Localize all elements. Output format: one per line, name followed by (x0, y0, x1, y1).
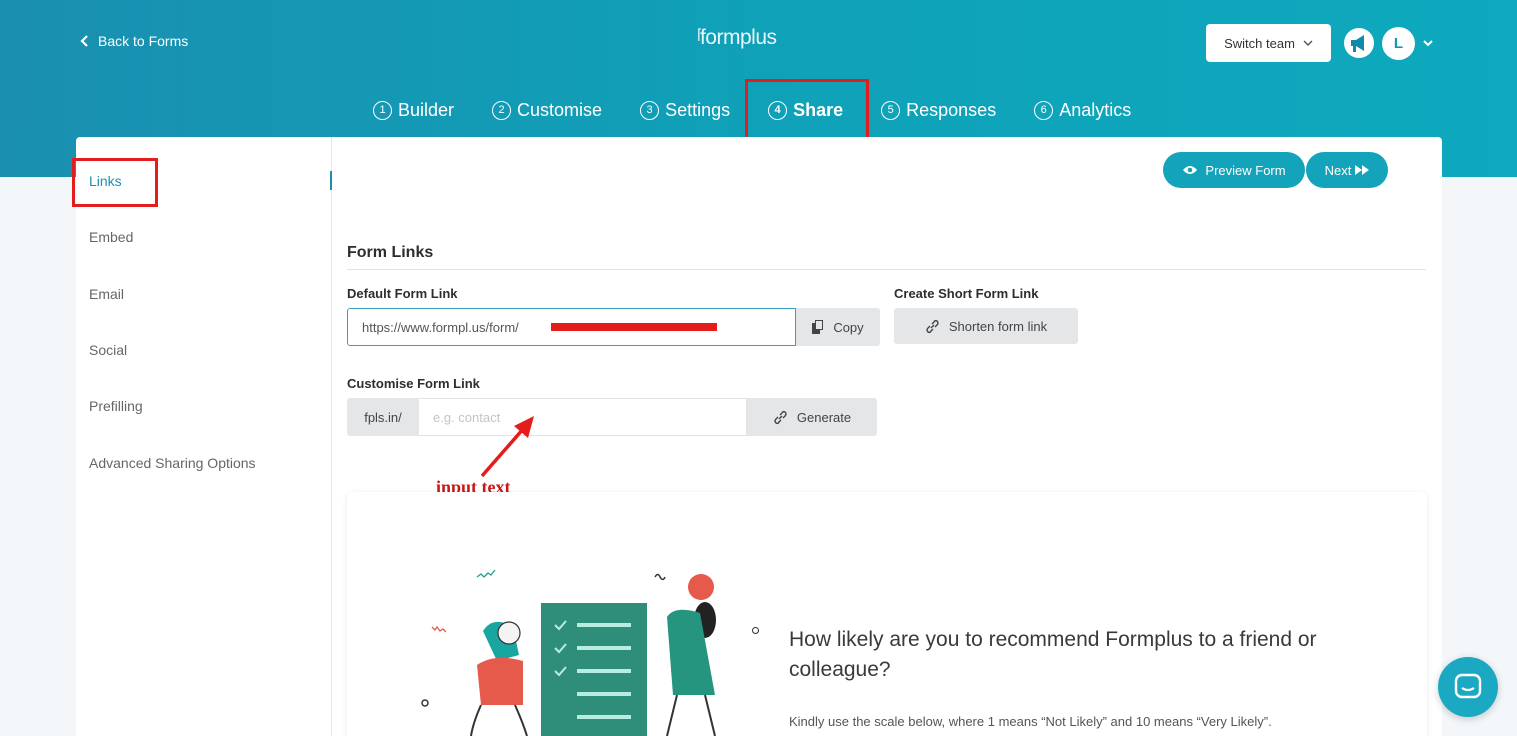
eye-icon (1182, 164, 1198, 176)
shorten-label: Shorten form link (948, 318, 1048, 334)
step-builder[interactable]: 1 Builder (373, 100, 454, 121)
next-button[interactable]: Next (1306, 152, 1388, 188)
step-label: Analytics (1059, 99, 1132, 120)
custom-link-input[interactable] (419, 398, 747, 436)
form-links-heading: Form Links (347, 244, 434, 261)
copy-icon (812, 320, 824, 334)
switch-team-button[interactable]: Switch team (1206, 24, 1331, 62)
step-responses[interactable]: 5 Responses (881, 100, 996, 121)
chat-icon (1454, 673, 1482, 701)
chevron-left-icon (80, 35, 90, 47)
sidebar-item-prefilling[interactable]: Prefilling (89, 398, 143, 414)
redaction-mark (551, 323, 717, 331)
step-number: 1 (373, 100, 392, 120)
annotation-arrow-icon (480, 416, 534, 478)
sidebar-item-advanced-sharing[interactable]: Advanced Sharing Options (89, 455, 256, 471)
step-number: 6 (1034, 100, 1054, 120)
formplus-logo[interactable]: ⌈formplus (697, 26, 777, 50)
back-to-forms-link[interactable]: Back to Forms (80, 33, 188, 49)
step-label: Responses (906, 99, 997, 120)
default-form-link-label: Default Form Link (347, 286, 458, 301)
user-avatar[interactable]: L (1382, 27, 1415, 60)
step-settings[interactable]: 3 Settings (640, 100, 730, 121)
link-icon (773, 410, 788, 425)
survey-illustration (421, 569, 716, 736)
share-sidebar: Links Embed Email Social Prefilling Adva… (76, 137, 332, 736)
announcements-megaphone-icon[interactable] (1343, 27, 1375, 59)
back-label: Back to Forms (98, 33, 189, 49)
customise-form-link-label: Customise Form Link (347, 376, 480, 391)
step-analytics[interactable]: 6 Analytics (1034, 100, 1131, 121)
links-highlight-box (72, 158, 158, 207)
sidebar-item-embed[interactable]: Embed (89, 229, 133, 245)
preview-form-button[interactable]: Preview Form (1163, 152, 1305, 188)
default-form-link-value: https://www.formpl.us/form/ (362, 319, 519, 335)
account-chevron-down-icon[interactable] (1422, 36, 1434, 48)
generate-link-button[interactable]: Generate (747, 398, 877, 436)
step-label: Builder (398, 99, 455, 120)
step-number: 3 (640, 100, 660, 120)
step-number: 5 (881, 100, 901, 120)
link-icon (925, 319, 940, 334)
step-customise[interactable]: 2 Customise (492, 100, 602, 121)
logo-text: formplus (699, 26, 777, 49)
short-form-link-label: Create Short Form Link (894, 286, 1039, 301)
survey-scale-note: Kindly use the scale below, where 1 mean… (789, 714, 1272, 729)
active-tab-indicator (330, 171, 332, 190)
fast-forward-icon (1355, 165, 1370, 175)
next-label: Next (1324, 162, 1352, 178)
sidebar-item-social[interactable]: Social (89, 342, 127, 358)
generate-label: Generate (796, 409, 852, 425)
preview-form-label: Preview Form (1205, 162, 1286, 178)
step-number: 2 (492, 100, 512, 120)
short-domain-prefix: fpls.in/ (347, 398, 419, 436)
step-label: Settings (665, 99, 731, 120)
chevron-down-icon (1303, 39, 1313, 47)
avatar-initial: L (1393, 35, 1404, 52)
divider (347, 269, 1426, 270)
copy-link-button[interactable]: Copy (796, 308, 880, 346)
chat-support-button[interactable] (1438, 657, 1498, 717)
survey-question: How likely are you to recommend Formplus… (789, 628, 1317, 681)
decor-circle-icon (752, 627, 759, 634)
switch-team-label: Switch team (1224, 35, 1295, 51)
step-label: Customise (517, 99, 603, 120)
copy-label: Copy (833, 319, 864, 335)
share-highlight-box (745, 79, 869, 141)
shorten-form-link-button[interactable]: Shorten form link (894, 308, 1078, 344)
sidebar-item-email[interactable]: Email (89, 286, 124, 302)
